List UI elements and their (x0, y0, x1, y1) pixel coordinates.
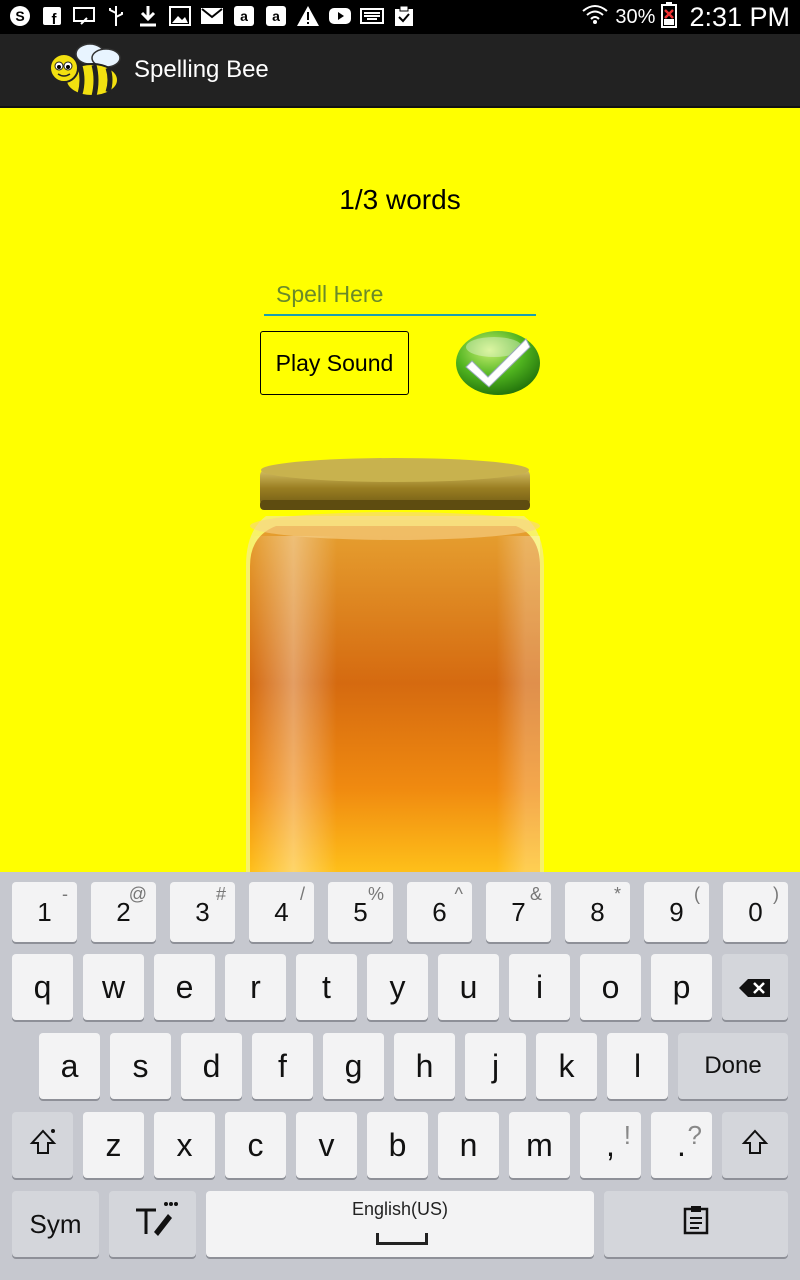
sym-key[interactable]: Sym (12, 1191, 99, 1257)
key-period[interactable]: .? (651, 1112, 712, 1178)
key-f[interactable]: f (252, 1033, 313, 1099)
amazon-icon: a (264, 4, 288, 28)
key-r[interactable]: r (225, 954, 286, 1020)
key-n[interactable]: n (438, 1112, 499, 1178)
key-2[interactable]: 2 @ (91, 882, 156, 942)
clipboard-check-icon (392, 4, 416, 28)
skype-icon: S (8, 4, 32, 28)
handwriting-icon (128, 1200, 178, 1248)
cast-icon (72, 4, 96, 28)
warning-icon (296, 4, 320, 28)
key-3[interactable]: 3 # (170, 882, 235, 942)
main-content: 1/3 words Play Sound (0, 108, 800, 872)
backspace-key[interactable] (722, 954, 788, 1020)
key-0[interactable]: 0) (723, 882, 788, 942)
gallery-icon (168, 4, 192, 28)
key-1[interactable]: 1- (12, 882, 77, 942)
gmail-icon (200, 4, 224, 28)
play-sound-button[interactable]: Play Sound (260, 331, 409, 395)
usb-icon (104, 4, 128, 28)
key-5[interactable]: 5% (328, 882, 393, 942)
key-comma[interactable]: ,! (580, 1112, 641, 1178)
key-t[interactable]: t (296, 954, 357, 1020)
key-i[interactable]: i (509, 954, 570, 1020)
key-w[interactable]: w (83, 954, 144, 1020)
svg-text:a: a (240, 8, 248, 24)
key-j[interactable]: j (465, 1033, 526, 1099)
key-9[interactable]: 9( (644, 882, 709, 942)
download-icon (136, 4, 160, 28)
action-bar: Spelling Bee (0, 34, 800, 108)
shift-key-right[interactable] (722, 1112, 788, 1178)
key-8[interactable]: 8 * (565, 882, 630, 942)
battery-percent: 30% (615, 5, 656, 28)
done-key[interactable]: Done (678, 1033, 788, 1099)
key-d[interactable]: d (181, 1033, 242, 1099)
check-icon[interactable] (454, 329, 542, 397)
amazon-icon: a (232, 4, 256, 28)
spell-input[interactable] (264, 274, 536, 316)
honey-jar-image (236, 456, 554, 872)
key-e[interactable]: e (154, 954, 215, 1020)
keyboard-icon (360, 4, 384, 28)
clock: 2:31 PM (689, 1, 790, 32)
progress-text: 1/3 words (339, 184, 461, 215)
youtube-icon (328, 4, 352, 28)
handwriting-key[interactable] (109, 1191, 196, 1257)
key-6[interactable]: 6 ^ (407, 882, 472, 942)
svg-text:S: S (15, 8, 24, 24)
space-icon (376, 1233, 428, 1245)
svg-text:a: a (272, 8, 280, 24)
clipboard-icon (683, 1205, 709, 1243)
bee-logo (34, 38, 130, 105)
key-o[interactable]: o (580, 954, 641, 1020)
key-g[interactable]: g (323, 1033, 384, 1099)
key-c[interactable]: c (225, 1112, 286, 1178)
key-y[interactable]: y (367, 954, 428, 1020)
status-right: 30% 2:31 PM (581, 0, 790, 34)
key-b[interactable]: b (367, 1112, 428, 1178)
language-label: English(US) (351, 1199, 449, 1219)
key-z[interactable]: z (83, 1112, 144, 1178)
key-v[interactable]: v (296, 1112, 357, 1178)
shift-icon (29, 1127, 57, 1164)
battery-icon (661, 1, 678, 33)
backspace-icon (738, 969, 772, 1006)
status-bar: S f a a 30% 2:31 PM (0, 0, 800, 34)
key-7[interactable]: 7 & (486, 882, 551, 942)
shift-key-left[interactable] (12, 1112, 73, 1178)
app-title: Spelling Bee (134, 56, 269, 83)
notification-icons: S f a a (8, 4, 416, 28)
done-key-label: Done (704, 1052, 762, 1079)
key-p[interactable]: p (651, 954, 712, 1020)
key-h[interactable]: h (394, 1033, 455, 1099)
shift-icon (741, 1127, 769, 1164)
key-l[interactable]: l (607, 1033, 668, 1099)
key-q[interactable]: q (12, 954, 73, 1020)
key-x[interactable]: x (154, 1112, 215, 1178)
soft-keyboard: 1- 2 @ 3 # 4/ 5% 6 ^ 7 & 8 * 9( 0) q w e r t … (0, 872, 800, 1280)
key-k[interactable]: k (536, 1033, 597, 1099)
key-m[interactable]: m (509, 1112, 570, 1178)
wifi-icon (581, 3, 609, 32)
sym-key-label: Sym (29, 1208, 82, 1239)
key-a[interactable]: a (39, 1033, 100, 1099)
key-4[interactable]: 4/ (249, 882, 314, 942)
key-s[interactable]: s (110, 1033, 171, 1099)
key-u[interactable]: u (438, 954, 499, 1020)
facebook-icon: f (40, 4, 64, 28)
space-key[interactable]: English(US) (206, 1191, 594, 1257)
clipboard-key[interactable] (604, 1191, 788, 1257)
